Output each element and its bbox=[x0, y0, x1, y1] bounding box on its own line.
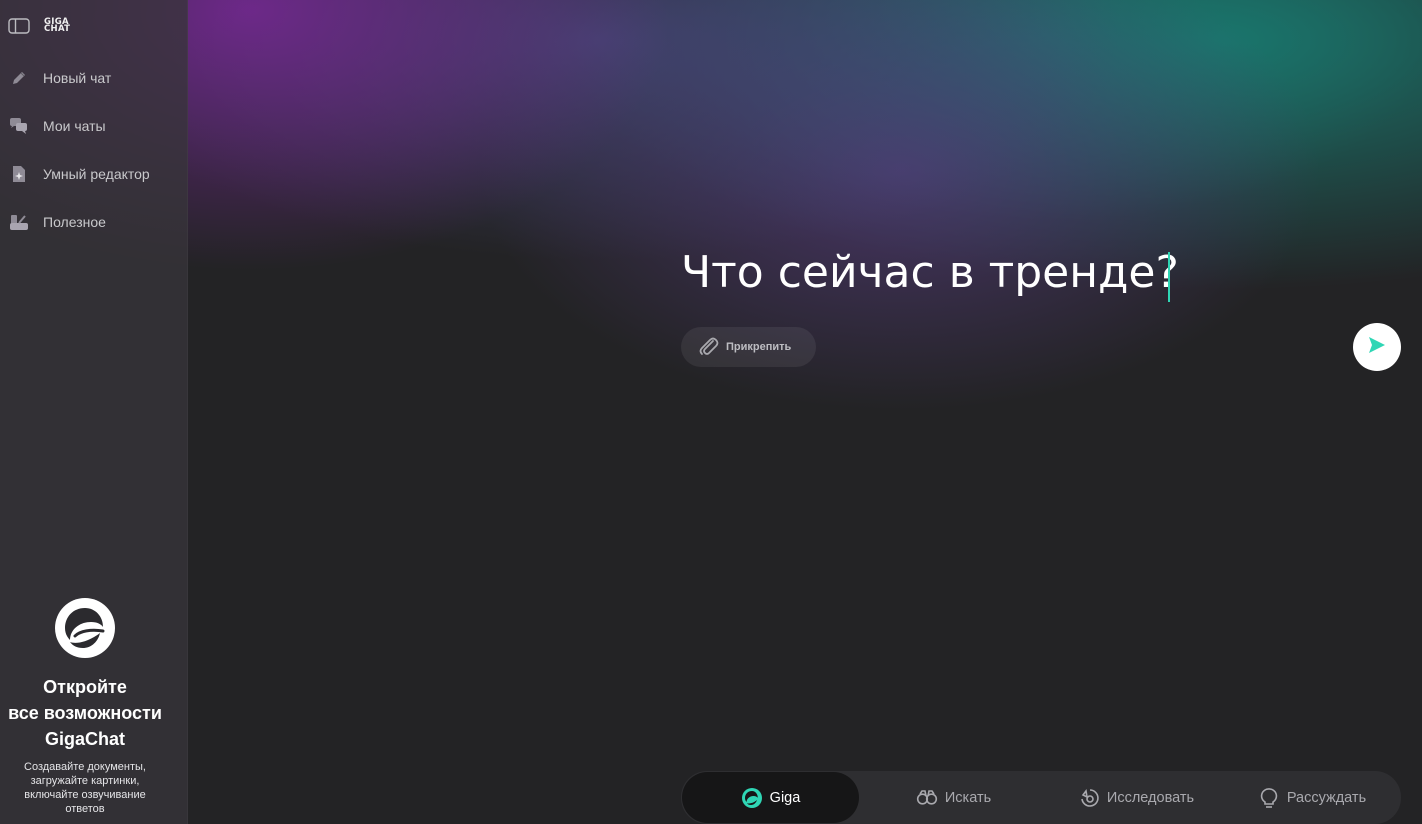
prompt-input[interactable]: Что сейчас в тренде? bbox=[681, 246, 1179, 300]
attach-button[interactable]: Прикрепить bbox=[681, 327, 816, 367]
sidebar-item-useful[interactable]: Полезное bbox=[0, 198, 187, 246]
mode-switcher: Giga Искать Исследовать Рассуждать bbox=[681, 771, 1401, 824]
smart-editor-icon bbox=[9, 164, 29, 184]
text-caret bbox=[1168, 252, 1170, 302]
promo-title: Откройте все возможности GigaChat bbox=[0, 674, 170, 752]
promo-title-line: Откройте bbox=[43, 677, 127, 697]
sidebar-panel-icon[interactable] bbox=[8, 18, 30, 34]
promo-description: Создавайте документы, загружайте картинк… bbox=[24, 761, 146, 815]
promo-title-line: все возможности bbox=[8, 703, 162, 723]
sidebar-header: GIGA CHAT bbox=[8, 18, 70, 34]
sidebar-item-my-chats[interactable]: Мои чаты bbox=[0, 102, 187, 150]
sidebar-item-label: Умный редактор bbox=[43, 166, 150, 182]
lightbulb-icon bbox=[1258, 787, 1280, 809]
background-glow bbox=[0, 0, 1422, 824]
sidebar-item-label: Полезное bbox=[43, 214, 106, 230]
mode-search[interactable]: Искать bbox=[859, 772, 1048, 823]
mode-research[interactable]: Исследовать bbox=[1048, 772, 1224, 823]
sidebar: GIGA CHAT Новый чат Мои чаты Умный редак… bbox=[0, 0, 188, 824]
mode-label: Искать bbox=[944, 789, 992, 806]
mode-think[interactable]: Рассуждать bbox=[1224, 772, 1400, 823]
toolbox-icon bbox=[9, 212, 29, 232]
research-icon bbox=[1078, 787, 1100, 809]
chat-bubbles-icon bbox=[9, 116, 29, 136]
mode-giga[interactable]: Giga bbox=[682, 772, 859, 823]
sidebar-item-label: Мои чаты bbox=[43, 118, 106, 134]
send-arrow-icon bbox=[1367, 335, 1387, 360]
gigachat-logo[interactable]: GIGA CHAT bbox=[44, 18, 71, 34]
gigachat-promo-logo-icon bbox=[53, 596, 117, 660]
promo-title-line: GigaChat bbox=[44, 729, 125, 749]
sidebar-item-new-chat[interactable]: Новый чат bbox=[0, 54, 187, 102]
paperclip-icon bbox=[697, 335, 721, 359]
send-button[interactable] bbox=[1353, 323, 1401, 371]
promo-block: Откройте все возможности GigaChat Создав… bbox=[0, 596, 170, 816]
app-window: GIGA CHAT Новый чат Мои чаты Умный редак… bbox=[0, 0, 1422, 824]
sidebar-nav: Новый чат Мои чаты Умный редактор Полезн… bbox=[0, 54, 187, 246]
mode-label: Рассуждать bbox=[1286, 789, 1367, 806]
mode-label: Исследовать bbox=[1106, 789, 1195, 806]
binoculars-icon bbox=[916, 787, 938, 809]
attach-label: Прикрепить bbox=[726, 341, 792, 353]
mode-label: Giga bbox=[769, 789, 801, 806]
pencil-icon bbox=[9, 68, 29, 88]
sidebar-item-smart-editor[interactable]: Умный редактор bbox=[0, 150, 187, 198]
logo-line-2: CHAT bbox=[44, 24, 71, 34]
giga-logo-icon bbox=[741, 787, 763, 809]
sidebar-item-label: Новый чат bbox=[43, 70, 112, 86]
